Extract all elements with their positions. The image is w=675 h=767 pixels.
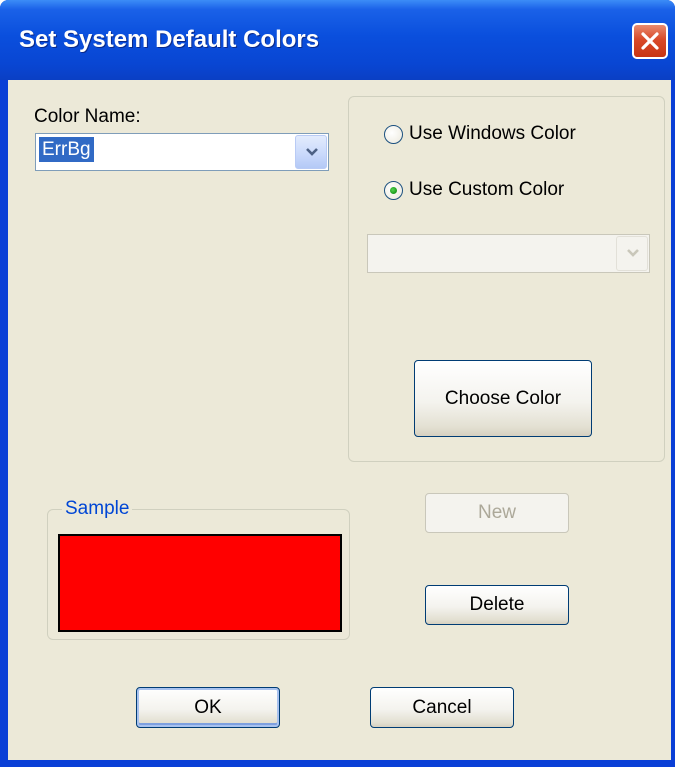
- color-name-combobox[interactable]: ErrBg: [35, 133, 329, 171]
- choose-color-button[interactable]: Choose Color: [414, 360, 592, 437]
- use-windows-color-label: Use Windows Color: [409, 123, 576, 144]
- chevron-down-icon: [627, 249, 639, 257]
- use-custom-color-label: Use Custom Color: [409, 179, 565, 200]
- window-frame-bottom: [0, 760, 675, 767]
- color-sample-swatch: [58, 534, 342, 632]
- title-bar[interactable]: Set System Default Colors: [0, 0, 675, 80]
- cancel-button[interactable]: Cancel: [370, 687, 514, 728]
- delete-button[interactable]: Delete: [425, 585, 569, 625]
- use-custom-color-radio[interactable]: Use Custom Color: [384, 179, 564, 201]
- color-name-label: Color Name:: [34, 106, 141, 127]
- custom-color-dropdown-button[interactable]: [616, 236, 648, 271]
- color-name-value[interactable]: ErrBg: [39, 137, 94, 162]
- ok-button[interactable]: OK: [136, 687, 280, 728]
- dialog-window: Set System Default Colors Color Name: Er…: [0, 0, 675, 767]
- chevron-down-icon: [306, 148, 318, 156]
- color-name-dropdown-button[interactable]: [295, 135, 327, 169]
- close-icon: [641, 32, 659, 50]
- new-button[interactable]: New: [425, 493, 569, 533]
- radio-checked-icon[interactable]: [384, 180, 403, 200]
- dialog-body: Color Name: ErrBg Use Windows Color Use …: [8, 80, 671, 760]
- radio-unchecked-icon[interactable]: [384, 124, 403, 144]
- close-button[interactable]: [632, 23, 668, 59]
- sample-legend: Sample: [62, 498, 133, 520]
- window-title: Set System Default Colors: [19, 26, 320, 53]
- custom-color-select[interactable]: [367, 234, 650, 273]
- use-windows-color-radio[interactable]: Use Windows Color: [384, 123, 576, 145]
